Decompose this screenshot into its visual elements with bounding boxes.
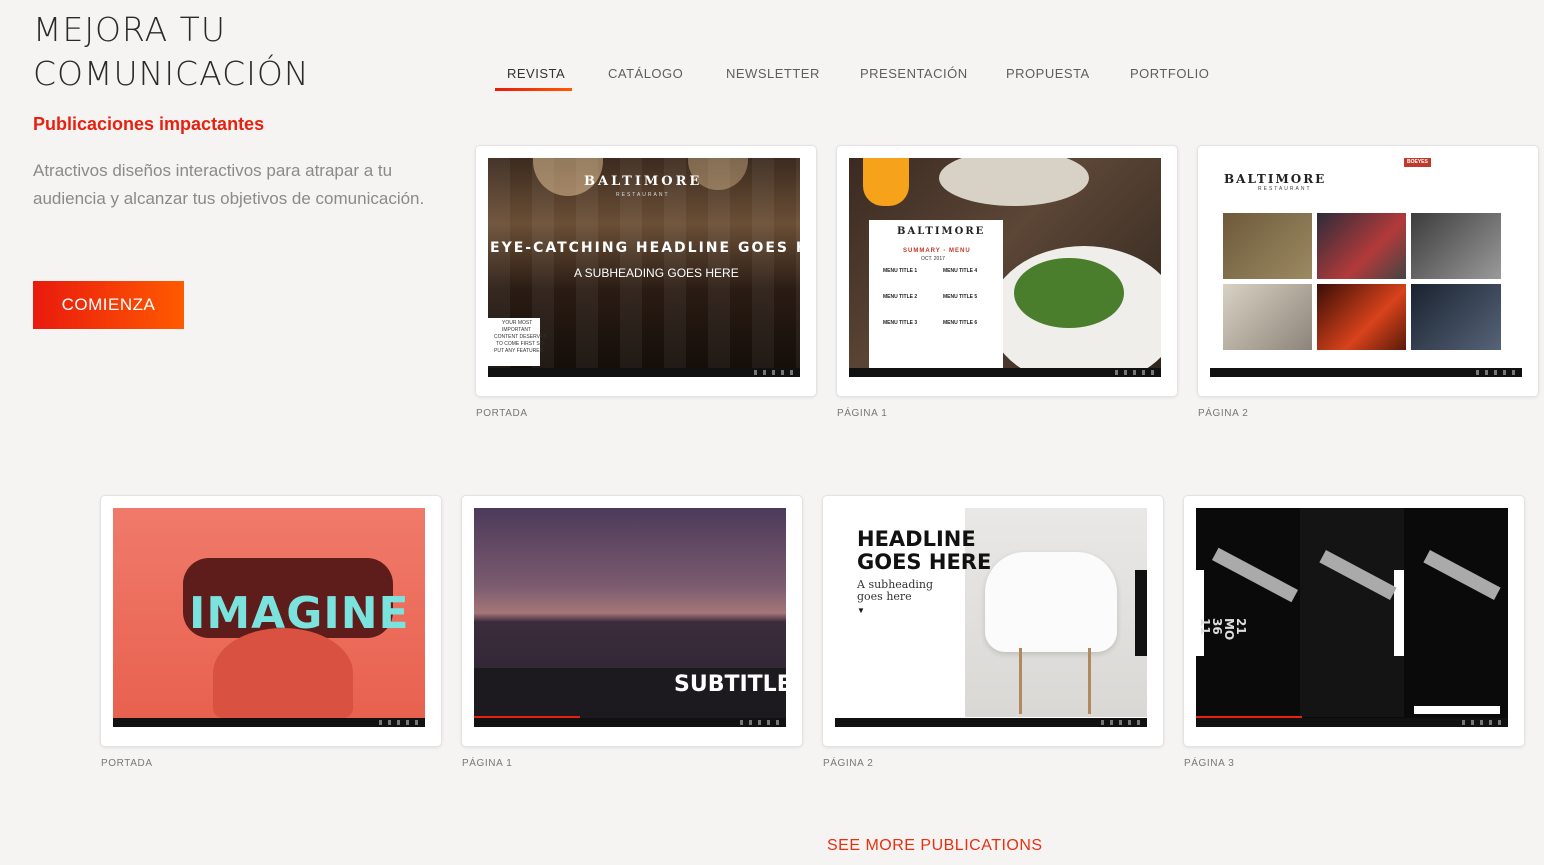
cover-word: IMAGINE: [189, 588, 410, 639]
menu-item: MENU TITLE 5: [943, 294, 978, 300]
gallery-photo: [1411, 284, 1501, 350]
cover-headline: EYE-CATCHING HEADLINE GOES HERE: [490, 240, 800, 256]
card-caption: PÁGINA 2: [1198, 408, 1249, 419]
viewer-toolbar: [835, 718, 1147, 727]
side-text-line: PUT ANY FEATURED: [494, 348, 544, 354]
publication-thumbnail: BALTIMORE RESTAURANT BOEYES: [1210, 158, 1522, 377]
side-text-line: CONTENT DESERVES: [494, 334, 547, 340]
publication-card-pagina-1[interactable]: BALTIMORE SUMMARY - MENU OCT. 2017 MENU …: [837, 146, 1177, 396]
publication-card-portada[interactable]: IMAGINE: [101, 496, 441, 746]
viewer-toolbar: [1210, 368, 1522, 377]
menu-item: MENU TITLE 1: [883, 268, 918, 274]
cover-subheading: A SUBHEADING GOES HERE: [574, 266, 739, 280]
thumbnail-strip: [1414, 706, 1500, 714]
gallery-photo: [1317, 213, 1406, 279]
chair-legs-icon: [1019, 648, 1091, 714]
gallery-photo: [1223, 213, 1312, 279]
menu-item: MENU TITLE 4: [943, 268, 978, 274]
page-badge: BOEYES: [1404, 158, 1431, 167]
tab-portfolio[interactable]: PORTFOLIO: [1130, 66, 1209, 81]
side-text-line: TO COME FIRST SO: [496, 341, 544, 347]
logo-subtitle: RESTAURANT: [1258, 186, 1312, 192]
hero-description: Atractivos diseños interactivos para atr…: [33, 161, 425, 208]
gallery-photo: [1317, 284, 1406, 350]
card-caption: PÁGINA 1: [837, 408, 888, 419]
viewer-toolbar: [113, 718, 425, 727]
side-tab: [1394, 570, 1404, 656]
baltimore-logo: BALTIMORE: [584, 174, 703, 189]
viewer-toolbar: [474, 718, 786, 727]
publication-card-pagina-2[interactable]: BALTIMORE RESTAURANT BOEYES: [1198, 146, 1538, 396]
card-caption: PÁGINA 3: [1184, 758, 1235, 769]
menu-date: OCT. 2017: [921, 256, 945, 262]
page-word: SUBTITLES GO: [674, 672, 786, 697]
viewer-toolbar: [1196, 718, 1508, 727]
arrow-down-icon: ▼: [857, 606, 865, 615]
viewer-toolbar: [849, 368, 1161, 377]
baltimore-logo: BALTIMORE: [1224, 172, 1327, 186]
viewer-toolbar: [488, 368, 800, 377]
face-icon: [213, 628, 353, 718]
active-tab-indicator: [495, 88, 572, 91]
cover-side-panel: YOUR MOST IMPORTANT CONTENT DESERVES TO …: [488, 318, 547, 366]
watch-digit: 21: [1234, 618, 1248, 635]
hero-subtitle: Publicaciones impactantes: [33, 114, 265, 134]
baltimore-logo: BALTIMORE: [897, 226, 986, 237]
tab-revista[interactable]: REVISTA: [507, 66, 565, 81]
chair-icon: [985, 552, 1117, 652]
comienza-button[interactable]: COMIENZA: [33, 281, 184, 329]
card-caption: PORTADA: [476, 408, 528, 419]
tab-presentacion[interactable]: PRESENTACIÓN: [860, 66, 968, 81]
menu-item: MENU TITLE 6: [943, 320, 978, 326]
side-text-line: IMPORTANT: [502, 327, 531, 333]
menu-item: MENU TITLE 2: [883, 294, 918, 300]
publication-card-pagina-1[interactable]: SUBTITLES GO: [462, 496, 802, 746]
publication-card-portada[interactable]: BALTIMORE RESTAURANT EYE-CATCHING HEADLI…: [476, 146, 816, 396]
publication-card-pagina-3[interactable]: 11 36 MO 21: [1184, 496, 1524, 746]
salad-icon: [1014, 258, 1124, 328]
card-caption: PÁGINA 1: [462, 758, 513, 769]
tab-newsletter[interactable]: NEWSLETTER: [726, 66, 820, 81]
side-tab: [1196, 570, 1204, 656]
tab-propuesta[interactable]: PROPUESTA: [1006, 66, 1090, 81]
watch-band-highlight: [1423, 550, 1501, 600]
logo-subtitle: RESTAURANT: [616, 192, 670, 198]
gallery-photo: [1411, 213, 1501, 279]
card-caption: PÁGINA 2: [823, 758, 874, 769]
side-tab: [1135, 570, 1147, 656]
publication-thumbnail: BALTIMORE SUMMARY - MENU OCT. 2017 MENU …: [849, 158, 1161, 377]
page-headline-line2: GOES HERE: [857, 550, 992, 574]
publication-thumbnail: IMAGINE: [113, 508, 425, 727]
menu-title: SUMMARY - MENU: [903, 248, 971, 254]
publication-thumbnail: SUBTITLES GO: [474, 508, 786, 727]
page-subheading-line2: goes here: [857, 590, 912, 603]
gallery-photo: [1223, 284, 1312, 350]
tab-catalogo[interactable]: CATÁLOGO: [608, 66, 683, 81]
page-headline-line1: HEADLINE: [857, 527, 976, 551]
menu-card: BALTIMORE SUMMARY - MENU OCT. 2017 MENU …: [869, 220, 1003, 370]
publication-thumbnail: 11 36 MO 21: [1196, 508, 1508, 727]
card-caption: PORTADA: [101, 758, 153, 769]
watch-band-highlight: [1211, 547, 1299, 603]
juice-glass-icon: [863, 158, 909, 206]
publication-thumbnail: BALTIMORE RESTAURANT EYE-CATCHING HEADLI…: [488, 158, 800, 377]
plate-icon: [939, 158, 1089, 206]
side-text-line: YOUR MOST: [502, 320, 533, 326]
menu-item: MENU TITLE 3: [883, 320, 918, 326]
publication-thumbnail: HEADLINE GOES HERE A subheading goes her…: [835, 508, 1147, 727]
publication-card-pagina-2[interactable]: HEADLINE GOES HERE A subheading goes her…: [823, 496, 1163, 746]
publication-type-tabs: REVISTA CATÁLOGO NEWSLETTER PRESENTACIÓN…: [0, 0, 1544, 100]
see-more-publications-link[interactable]: SEE MORE PUBLICATIONS: [827, 837, 1043, 855]
